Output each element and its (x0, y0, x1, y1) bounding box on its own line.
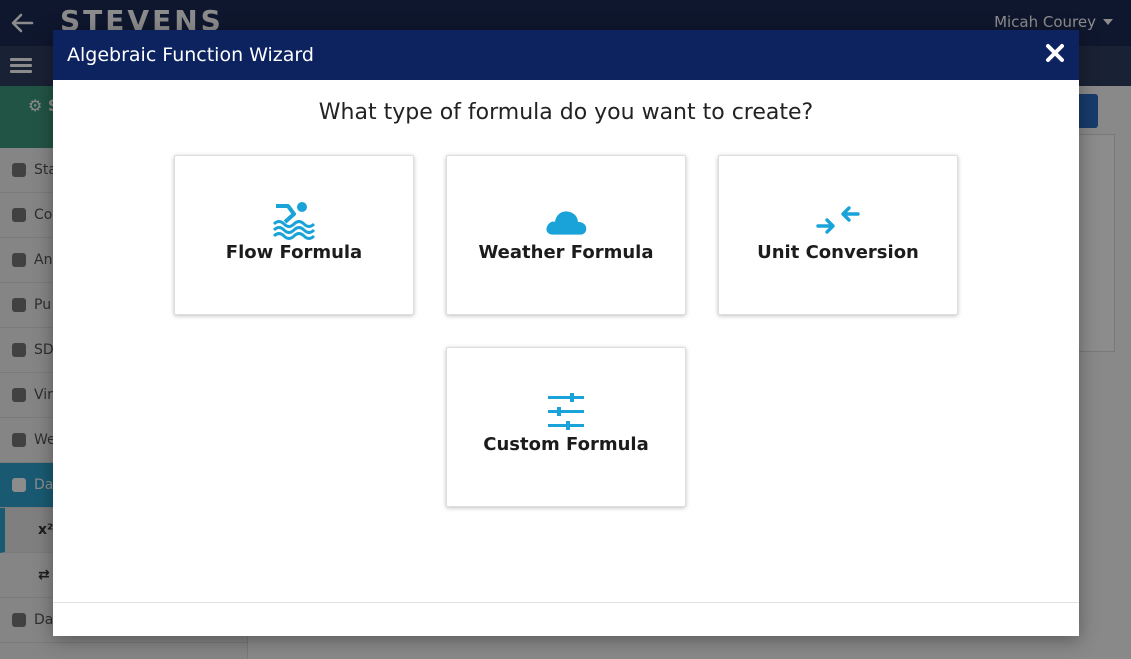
unit-conversion-card[interactable]: Unit Conversion (718, 155, 958, 315)
weather-formula-label: Weather Formula (478, 242, 654, 263)
swimmer-icon (272, 202, 316, 240)
close-icon[interactable] (1045, 43, 1065, 63)
algebraic-function-wizard-modal: Algebraic Function Wizard What type of f… (53, 30, 1079, 636)
unit-conversion-label: Unit Conversion (757, 242, 919, 263)
modal-body: What type of formula do you want to crea… (53, 80, 1079, 602)
flow-formula-label: Flow Formula (225, 242, 363, 263)
custom-formula-label: Custom Formula (483, 434, 649, 455)
modal-header: Algebraic Function Wizard (53, 30, 1079, 80)
flow-formula-card[interactable]: Flow Formula (174, 155, 414, 315)
modal-title: Algebraic Function Wizard (67, 44, 314, 66)
wizard-question: What type of formula do you want to crea… (318, 100, 814, 125)
modal-footer (53, 602, 1079, 636)
custom-formula-card[interactable]: Custom Formula (446, 347, 686, 507)
compress-arrows-icon (816, 206, 860, 234)
cloud-icon (546, 211, 587, 235)
sliders-icon (548, 393, 584, 430)
weather-formula-card[interactable]: Weather Formula (446, 155, 686, 315)
